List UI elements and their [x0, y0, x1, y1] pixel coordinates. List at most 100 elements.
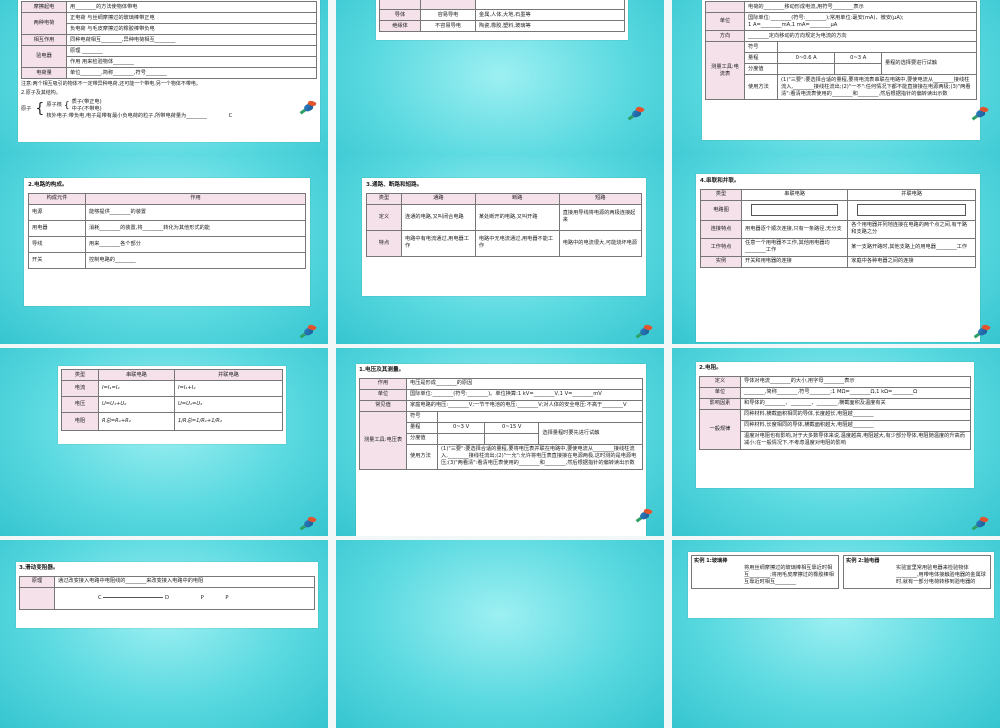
nucleus-label: 原子核	[46, 102, 62, 109]
slide-thumbnail-11[interactable]	[336, 540, 664, 728]
table-cell: I=I₁+I₂	[173, 380, 284, 398]
table-cell: 特点	[366, 229, 402, 257]
table-cell: 符号	[744, 41, 778, 54]
table-header: 类型	[366, 192, 402, 205]
atom-label: 原子	[21, 105, 32, 112]
table-cell	[834, 63, 883, 76]
slide-9-content: 2.电阻。 定义 导体对电流________的大小,用字母________表示 单…	[696, 362, 974, 488]
table-cell: 连通的电路,又叫闭合电路	[401, 203, 476, 231]
table-cell: 金属,人体,大地,石墨等	[475, 8, 625, 22]
table-cell: 一般规律	[699, 408, 741, 450]
table-cell: 电荷的________移动形成电流,用符号________表示	[744, 0, 977, 14]
table-cell: 国际单位:________(符号:________);常用单位:毫安(mA)、微…	[744, 12, 977, 32]
table-cell: 容易导电	[420, 8, 476, 22]
circuit-icon	[857, 204, 966, 217]
proton-text: 质子(带正电)	[71, 98, 102, 105]
table-cell: 作用	[359, 377, 407, 390]
voltage-table: 作用 电压是形成________的原因 单位 国际单位:________(符号:__…	[359, 377, 643, 470]
table-cell: 通过改变接入电路中电阻线的________来改变接入电路中的电阻	[54, 575, 315, 588]
table-cell: 相互作用	[21, 34, 67, 47]
table-cell: 某处断开的电路,又叫开路	[474, 203, 560, 231]
slide-thumbnail-10[interactable]: 3.滑动变阻器。 原理 通过改变接入电路中电阻线的________来改变接入电路中…	[0, 540, 328, 728]
table-cell: 验电器	[21, 45, 67, 69]
example-2-text: 实验室里常用验电器来检验物体________,用带电体接触验电器的金属球时,就有…	[896, 565, 986, 586]
table-cell: 方向	[705, 30, 745, 43]
table-cell	[705, 0, 745, 14]
slide-6-content: 4.串联和并联。 类型 串联电路 并联电路 电路图 连接特点 用电器逐个顺次连接,只有…	[696, 174, 980, 342]
slide-thumbnail-5[interactable]: 3.通路、断路和短路。 类型 通路 断路 短路 定义 连通的电路,又叫闭合电路 某处断开的…	[336, 156, 664, 344]
table-header: 并联电路	[847, 188, 976, 201]
slide-thumbnail-8[interactable]: 1.电压及其测量。 作用 电压是形成________的原因 单位 国际单位:____…	[336, 348, 664, 536]
table-cell: 两种电荷	[21, 12, 67, 36]
table-cell: 电源	[28, 203, 86, 221]
brace-icon: {	[35, 101, 45, 118]
example-2-title: 实例 2:验电器	[846, 558, 880, 564]
table-cell: 使用方法	[744, 74, 778, 101]
slide-thumbnail-4[interactable]: 2.电路的构成。 构成元件 作用 电源 能够提供________的装置 用电器 消耗_…	[0, 156, 328, 344]
table-cell: 不容易导电	[420, 20, 476, 33]
table-header: 类型	[700, 188, 742, 201]
table-cell: 电流	[61, 380, 99, 398]
electron-text: 核外电子:带负电,电子是带有最小负电荷的粒子,所带电荷量为________	[46, 112, 207, 119]
table-cell: 单位	[705, 12, 745, 32]
table-cell: 0~15 V	[484, 421, 540, 434]
bird-icon	[635, 323, 654, 340]
bird-icon	[627, 105, 646, 122]
table-cell: 符号	[406, 410, 438, 423]
table-cell: 用来________各个部分	[85, 235, 306, 253]
table-cell: (1)"三要":要选择合适的量程,要将电压表并联在电路中,要使电流从______…	[437, 443, 643, 470]
table-cell: 导体对电流________的大小,用字母________表示	[740, 375, 971, 388]
table-header: 并联电路	[173, 368, 284, 382]
section-title: 1.电压及其测量。	[359, 367, 405, 373]
table-cell: R总=R₁+R₂	[98, 412, 175, 432]
table-cell: 负电荷 与毛皮摩擦过的橡胶棒带负电	[66, 23, 317, 36]
table-cell: 单位	[699, 386, 741, 399]
table-cell	[475, 0, 625, 10]
table-header: 作用	[85, 192, 306, 205]
note-text: 注意:两个相互吸引的物体不一定带异种电荷,还可能一个带电,另一个物体不带电。	[21, 81, 201, 88]
bird-icon	[971, 105, 990, 122]
table-cell: 同种材料,横截面积相同的导体,长度越长,电阻越________	[740, 408, 971, 421]
static-electricity-table: 摩擦起电 用________的方法使物体带电 两种电荷 正电荷 与丝绸摩擦过的玻璃棒…	[21, 0, 317, 80]
table-cell: 电路中有电流通过,用电器工作	[401, 229, 476, 257]
table-cell: 定义	[366, 203, 402, 231]
table-cell: 家庭中各种电器之间的连接	[847, 255, 976, 268]
slide-thumbnail-9[interactable]: 2.电阻。 定义 导体对电流________的大小,用字母________表示 单…	[672, 348, 1000, 536]
bird-icon	[299, 323, 318, 340]
table-cell: 使用方法	[406, 443, 438, 470]
slide-10-content: 3.滑动变阻器。 原理 通过改变接入电路中电阻线的________来改变接入电路中…	[16, 562, 318, 628]
table-cell: 陶瓷,橡胶,塑料,玻璃等	[475, 20, 625, 33]
series-circuit-diagram	[740, 199, 849, 221]
table-cell: 量程的选择要进行试触	[881, 52, 977, 76]
table-cell: 开关和用电器的连接	[740, 255, 849, 268]
slide-thumbnail-7[interactable]: 类型 串联电路 并联电路 电流 I=I₁=I₂ I=I₁+I₂ 电压 U=U₁+U₂ U=U…	[0, 348, 328, 536]
bird-icon	[971, 515, 990, 532]
table-cell: 测量工具:电压表	[359, 410, 407, 470]
table-cell: 各个用电器并列地连接在电路的两个点之间,有干路和支路之分	[847, 219, 976, 239]
table-cell: 实例	[700, 255, 742, 268]
table-cell: 直接用导线将电源的两极连接起来	[558, 203, 643, 231]
table-cell: (1)"三要":要选择合适的量程,要将电流表串联在电路中,要使电流从______…	[777, 74, 977, 101]
slide-thumbnail-6[interactable]: 4.串联和并联。 类型 串联电路 并联电路 电路图 连接特点 用电器逐个顺次连接,只有…	[672, 156, 1000, 344]
table-cell: 测量工具:电流表	[705, 41, 745, 101]
table-header: 通路	[401, 192, 476, 205]
table-cell: 摩擦起电	[21, 0, 67, 14]
table-cell: 温度对电阻也有影响,对于大多数导体来说,温度越高,电阻越大,有少部分导体,电阻随…	[740, 430, 971, 450]
table-cell: 控制电路的________	[85, 251, 306, 269]
slide-8-content: 1.电压及其测量。 作用 电压是形成________的原因 单位 国际单位:____…	[356, 364, 646, 536]
table-cell: 用电器逐个顺次连接,只有一条路径,无分支	[740, 219, 849, 239]
table-cell	[777, 41, 977, 54]
table-cell: 电压是形成________的原因	[406, 377, 643, 390]
example-2-box: 实例 2:验电器 实验室里常用验电器来检验物体________,用带电体接触验电…	[843, 555, 991, 590]
table-cell: 1/R总=1/R₁+1/R₂	[173, 412, 284, 432]
table-header: 构成元件	[28, 192, 86, 205]
table-cell: ________定向移动的方向规定为电流的方向	[744, 30, 977, 43]
bird-icon	[299, 515, 318, 532]
table-cell: 0~0.6 A	[776, 52, 836, 65]
slide-thumbnail-12[interactable]: 实例 1:玻璃棒 将用丝绸摩擦过的玻璃棒相互靠近时相互________;将用毛皮…	[672, 540, 1000, 728]
table-cell: 消耗________的装置,将________转化为其他形式的能	[85, 219, 306, 237]
table-cell: 导线	[28, 235, 86, 253]
section-title: 4.串联和并联。	[700, 178, 740, 184]
table-cell: 家庭电路的电压:________V;一节干电池的电压:________V;对人体…	[406, 399, 643, 412]
current-table: 电荷的________移动形成电流,用符号________表示 单位 国际单位:_…	[705, 0, 977, 101]
